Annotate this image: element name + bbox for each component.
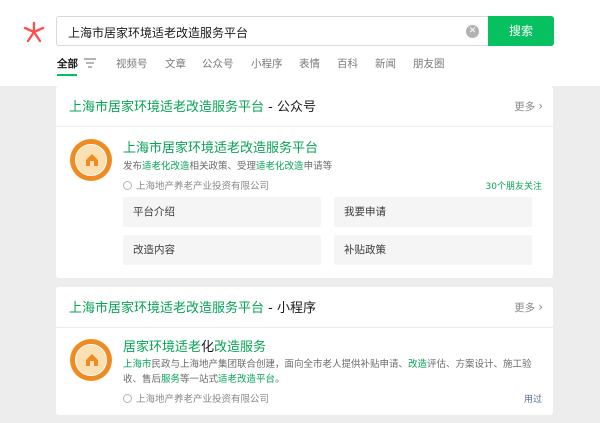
search-button[interactable]: 搜索: [488, 16, 554, 46]
mini-program-source: 上海地产养老产业投资有限公司: [123, 391, 269, 405]
verified-icon: [123, 394, 132, 403]
tab-official-accounts[interactable]: 公众号: [202, 56, 234, 71]
official-account-card: 上海市居家环境适老改造服务平台 - 公众号 更多 › 上海市居家环境适老改造服务平…: [56, 86, 553, 278]
mini-program-description: 上海市民政与上海地产集团联合创建，面向全市老人提供补贴申请、改造评估、方案设计、…: [123, 359, 532, 385]
search-query-text: 上海市居家环境适老改造服务平台: [68, 26, 249, 40]
house-logo-icon: [86, 354, 98, 366]
active-tab-indicator: [57, 74, 77, 76]
mini-program-card: 上海市居家环境适老改造服务平台 - 小程序 更多 › 居家环境适老化改造服务 上海…: [56, 287, 553, 415]
tab-moments[interactable]: 朋友圈: [413, 56, 445, 71]
verified-icon: [123, 181, 132, 190]
divider: [56, 126, 553, 127]
house-logo-icon: [86, 154, 98, 166]
wechat-search-logo-icon: [23, 21, 45, 43]
service-platform-intro[interactable]: 平台介绍: [123, 197, 321, 227]
used-label: 用过: [523, 395, 542, 405]
account-title[interactable]: 上海市居家环境适老改造服务平台: [123, 137, 318, 156]
service-apply[interactable]: 我要申请: [334, 197, 532, 227]
tab-articles[interactable]: 文章: [165, 56, 186, 71]
more-link[interactable]: 更多 ›: [514, 300, 543, 315]
divider: [56, 327, 553, 328]
service-subsidy-policy[interactable]: 补贴政策: [334, 235, 532, 265]
avatar[interactable]: [70, 139, 112, 181]
tab-all[interactable]: 全部: [57, 56, 78, 71]
card-header[interactable]: 上海市居家环境适老改造服务平台 - 公众号: [69, 96, 316, 115]
tab-encyclopedia[interactable]: 百科: [337, 56, 358, 71]
account-source: 上海地产养老产业投资有限公司: [123, 178, 269, 192]
clear-icon[interactable]: ✕: [466, 25, 479, 38]
tab-stickers[interactable]: 表情: [299, 56, 320, 71]
tab-mini-programs[interactable]: 小程序: [251, 56, 283, 71]
tab-news[interactable]: 新闻: [375, 56, 396, 71]
filter-icon[interactable]: [84, 58, 96, 68]
search-input[interactable]: 上海市居家环境适老改造服务平台 ✕: [56, 16, 490, 46]
tab-channels[interactable]: 视频号: [116, 56, 148, 71]
account-description: 发布适老化改造相关政策、受理适老化改造申请等: [123, 161, 333, 172]
avatar[interactable]: [70, 339, 112, 381]
friends-follow-count: 30个朋友关注: [485, 182, 542, 192]
mini-program-title[interactable]: 居家环境适老化改造服务: [123, 336, 266, 355]
chevron-right-icon: ›: [538, 300, 543, 314]
more-link[interactable]: 更多 ›: [514, 99, 543, 114]
chevron-right-icon: ›: [538, 99, 543, 113]
top-bar: 上海市居家环境适老改造服务平台 ✕ 搜索 全部 视频号 文章 公众号 小程序 表…: [0, 0, 600, 86]
card-header[interactable]: 上海市居家环境适老改造服务平台 - 小程序: [69, 297, 316, 316]
service-renovation-content[interactable]: 改造内容: [123, 235, 321, 265]
